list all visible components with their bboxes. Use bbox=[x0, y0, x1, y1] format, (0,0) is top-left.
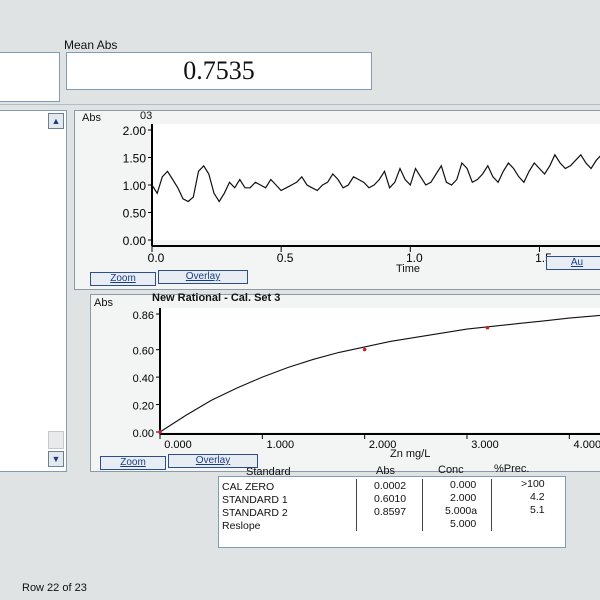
cal-zoom-button[interactable]: Zoom bbox=[100, 456, 166, 470]
table-header-prec: %Prec. bbox=[494, 463, 530, 475]
cal-x-tick-label: 1.000 bbox=[267, 439, 295, 451]
cal-overlay-button[interactable]: Overlay bbox=[168, 454, 258, 468]
time-chart-svg: 2.001.501.000.500.000.0 0.5 1.0 1.5 bbox=[123, 124, 600, 265]
cal-standard-point bbox=[158, 430, 162, 434]
table-row-2-abs: 0.8597 bbox=[374, 506, 407, 518]
col-divider-2 bbox=[422, 479, 423, 531]
time-x-tick-label: 0.5 bbox=[277, 251, 294, 265]
cal-y-tick-label: 0.86 bbox=[133, 310, 154, 322]
cal-standard-point bbox=[362, 347, 367, 352]
time-y-tick-label: 0.50 bbox=[123, 207, 147, 221]
table-row-0-abs: 0.0002 bbox=[374, 480, 407, 492]
table-row-0-standard: CAL ZERO bbox=[222, 481, 275, 493]
table-row-1-prec: 4.2 bbox=[530, 491, 545, 503]
table-row-1-abs: 0.6010 bbox=[374, 493, 407, 505]
scroll-up-button[interactable]: ▲ bbox=[48, 113, 64, 129]
cal-standard-point bbox=[485, 325, 490, 330]
col-divider-1 bbox=[356, 479, 357, 531]
scroll-down-button[interactable]: ▼ bbox=[48, 451, 64, 467]
time-zoom-button[interactable]: Zoom bbox=[90, 272, 156, 286]
time-plot-area bbox=[152, 124, 600, 240]
table-row-2-conc: 5.000a bbox=[445, 505, 478, 517]
table-row-3-conc: 5.000 bbox=[450, 518, 477, 530]
time-chart-xlabel: Time bbox=[396, 263, 421, 275]
table-row-1-conc: 2.000 bbox=[450, 492, 477, 504]
scroll-thumb[interactable] bbox=[48, 431, 64, 449]
table-header-conc: Conc bbox=[438, 464, 464, 476]
cal-y-tick-label: 0.00 bbox=[133, 428, 154, 440]
divider bbox=[0, 104, 600, 105]
cal-plot-area bbox=[160, 308, 600, 432]
table-row-2-standard: STANDARD 2 bbox=[222, 507, 288, 519]
cal-x-tick-label: 3.000 bbox=[471, 439, 499, 451]
cal-y-tick-label: 0.40 bbox=[133, 373, 154, 385]
mean-abs-label: Mean Abs bbox=[64, 38, 118, 52]
table-row-2-prec: 5.1 bbox=[530, 504, 545, 516]
mean-abs-box: 0.7535 bbox=[66, 52, 372, 90]
time-x-tick-label: 0.0 bbox=[148, 251, 165, 265]
mean-abs-value: 0.7535 bbox=[183, 56, 255, 85]
time-y-tick-label: 2.00 bbox=[123, 124, 147, 138]
table-row-0-prec: >100 bbox=[521, 478, 545, 490]
standards-list-panel[interactable]: ▲ ▼ bbox=[0, 110, 67, 472]
time-auto-button[interactable]: Au bbox=[546, 256, 600, 270]
table-row-0-conc: 0.000 bbox=[450, 479, 477, 491]
cal-chart-svg: 0.860.600.400.200.000.000 1.000 2.000 3.000… bbox=[133, 308, 600, 451]
top-left-box bbox=[0, 52, 60, 102]
cal-x-tick-label: 4.000 bbox=[574, 439, 600, 451]
cal-y-tick-label: 0.60 bbox=[133, 346, 154, 358]
cal-chart-xlabel: Zn mg/L bbox=[390, 448, 431, 460]
time-y-tick-label: 1.50 bbox=[123, 152, 147, 166]
status-row-text: Row 22 of 23 bbox=[22, 582, 87, 594]
time-y-tick-label: 1.00 bbox=[123, 179, 147, 193]
time-y-tick-label: 0.00 bbox=[123, 234, 147, 248]
table-row-1-standard: STANDARD 1 bbox=[222, 494, 288, 506]
cal-x-tick-label: 0.000 bbox=[164, 439, 192, 451]
col-divider-3 bbox=[491, 479, 492, 531]
cal-y-tick-label: 0.20 bbox=[133, 401, 154, 413]
time-overlay-button[interactable]: Overlay bbox=[158, 270, 248, 284]
table-row-3-standard: Reslope bbox=[222, 520, 261, 532]
